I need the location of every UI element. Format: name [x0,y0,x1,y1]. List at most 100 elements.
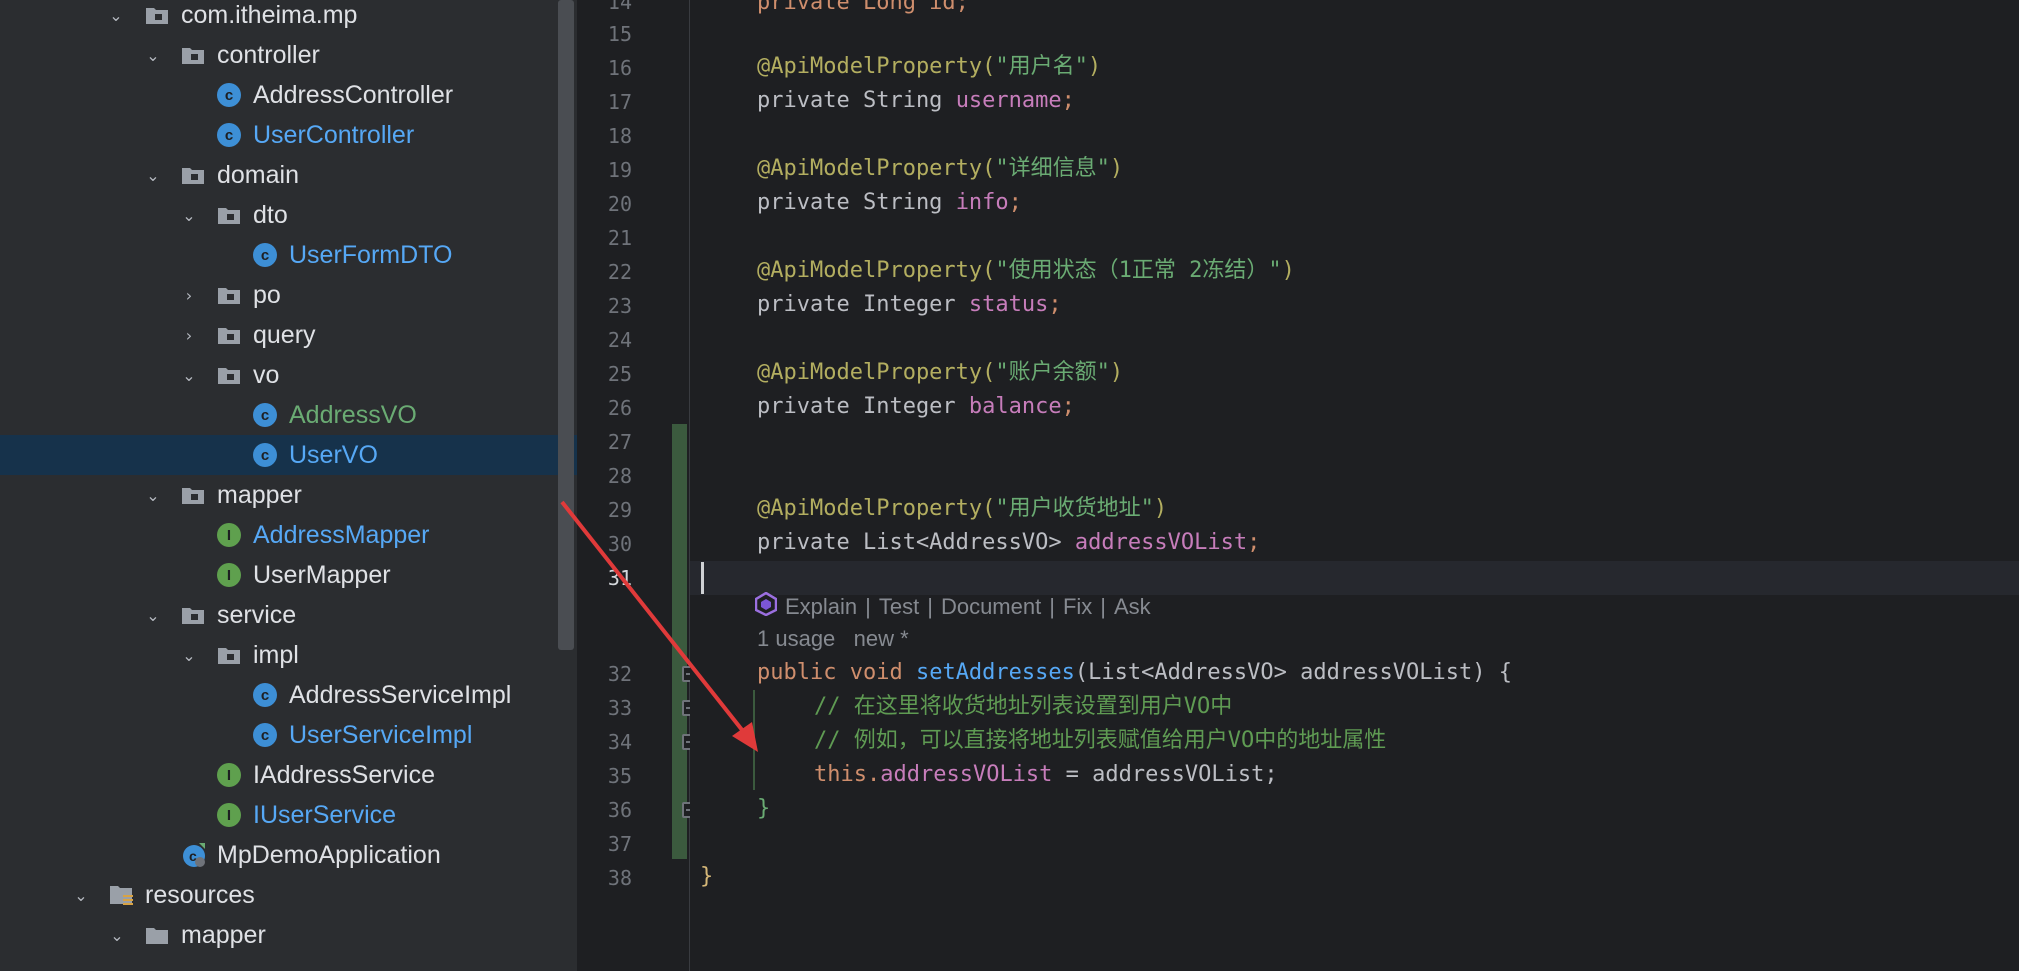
chevron-down-icon[interactable]: ⌄ [179,645,199,665]
code-line-26: private Integer balance; [757,390,1075,424]
class-icon: c [217,123,241,147]
folder-icon [145,923,169,947]
tree-item-mapper[interactable]: ⌄ mapper [0,475,577,515]
tree-item-uservo[interactable]: c UserVO [0,435,577,475]
tree-scrollbar[interactable] [558,0,574,650]
resources-folder-icon [109,883,133,907]
string-literal: "详细信息" [995,156,1110,181]
chevron-down-icon[interactable]: ⌄ [143,605,163,625]
tree-item-label: dto [253,201,288,229]
method-modifiers: public void [757,660,916,685]
tree-item-label: AddressServiceImpl [289,681,512,709]
annotation-text: @ApiModelProperty( [757,258,996,283]
indent-guide [753,690,755,790]
type-text: private String [757,190,956,215]
code-line-38: } [700,860,713,894]
this-keyword: this. [814,762,881,787]
tree-item-usercontroller[interactable]: c UserController [0,115,577,155]
tree-item-label: IUserService [253,801,397,829]
tree-item-resources[interactable]: ⌄ resources [0,875,577,915]
interface-icon: I [217,803,241,827]
chevron-down-icon[interactable]: ⌄ [143,485,163,505]
line-number: 23 [607,294,632,318]
fix-action[interactable]: Fix [1063,594,1092,620]
document-action[interactable]: Document [941,594,1041,620]
class-icon: c [253,403,277,427]
tree-item-vo[interactable]: ⌄ vo [0,355,577,395]
package-icon [181,603,205,627]
field-name: addressVOList [880,762,1053,787]
tree-item-addressvo[interactable]: c AddressVO [0,395,577,435]
chevron-right-icon[interactable]: › [179,285,199,305]
field-name: addressVOList [1074,530,1248,555]
semicolon-text: ; [1061,394,1075,419]
separator: | [865,594,871,619]
code-line-14: private Long id; [757,0,969,20]
chevron-down-icon[interactable]: ⌄ [106,5,126,25]
type-text: private List<AddressVO> [757,530,1075,555]
code-line-22: @ApiModelProperty("使用状态（1正常 2冻结）") [757,254,1295,288]
chevron-down-icon[interactable]: ⌄ [179,205,199,225]
chevron-down-icon[interactable]: ⌄ [143,45,163,65]
line-number: 17 [607,90,632,114]
tree-item-userserviceimpl[interactable]: c UserServiceImpl [0,715,577,755]
usage-hint[interactable]: 1 usage new * [757,626,909,652]
tree-item-com-itheima-mp[interactable]: ⌄ com.itheima.mp [0,0,577,35]
line-number: 14 [607,0,632,14]
tree-item-service[interactable]: ⌄ service [0,595,577,635]
semicolon-text: ; [1008,190,1022,215]
author-hint[interactable]: new * [854,626,909,651]
tree-item-mpdemoapplication[interactable]: c MpDemoApplication [0,835,577,875]
tree-item-addresscontroller[interactable]: c AddressController [0,75,577,115]
code-line-36: } [757,792,770,826]
tree-item-resources-mapper[interactable]: ⌄ mapper [0,915,577,955]
ask-action[interactable]: Ask [1114,594,1151,620]
chevron-down-icon[interactable]: ⌄ [71,885,91,905]
chevron-down-icon[interactable]: ⌄ [107,925,127,945]
field-name: username [955,88,1062,113]
tree-item-label: controller [217,41,320,69]
tree-item-controller[interactable]: ⌄ controller [0,35,577,75]
tree-item-label: UserVO [289,441,378,469]
line-number: 26 [607,396,632,420]
tree-item-po[interactable]: › po [0,275,577,315]
line-number: 28 [607,464,632,488]
paren-text: ) [1109,156,1124,181]
paren-text: ) [1153,496,1168,521]
tree-item-domain[interactable]: ⌄ domain [0,155,577,195]
tree-item-impl[interactable]: ⌄ impl [0,635,577,675]
tree-item-label: service [217,601,297,629]
test-action[interactable]: Test [879,594,919,620]
tree-item-iaddressservice[interactable]: I IAddressService [0,755,577,795]
paren-text: ) [1109,360,1124,385]
class-icon: c [253,243,277,267]
tree-item-label: mapper [217,481,302,509]
code-editor[interactable]: private Long id; @ApiModelProperty("用户名"… [690,0,2019,971]
line-number: 33 [607,696,632,720]
usage-count[interactable]: 1 usage [757,626,835,651]
line-number: 25 [607,362,632,386]
ai-assistant-icon [754,591,778,622]
package-icon [217,323,241,347]
tree-item-addressserviceimpl[interactable]: c AddressServiceImpl [0,675,577,715]
vcs-change-marker[interactable] [672,424,687,859]
package-icon [181,43,205,67]
tree-item-query[interactable]: › query [0,315,577,355]
tree-item-addressmapper[interactable]: I AddressMapper [0,515,577,555]
line-number: 30 [607,532,632,556]
annotation-text: @ApiModelProperty( [757,156,996,181]
chevron-down-icon[interactable]: ⌄ [143,165,163,185]
line-number-current: 31 [607,566,632,590]
tree-item-usermapper[interactable]: I UserMapper [0,555,577,595]
tree-item-iuserservice[interactable]: I IUserService [0,795,577,835]
chevron-down-icon[interactable]: ⌄ [179,365,199,385]
semicolon-text: ; [1048,292,1062,317]
explain-action[interactable]: Explain [785,594,857,620]
package-icon [181,483,205,507]
tree-item-dto[interactable]: ⌄ dto [0,195,577,235]
chevron-right-icon[interactable]: › [179,325,199,345]
tree-item-label: resources [145,881,255,909]
type-text: private Integer [757,292,969,317]
spring-boot-class-icon: c [181,843,205,867]
tree-item-userformdto[interactable]: c UserFormDTO [0,235,577,275]
